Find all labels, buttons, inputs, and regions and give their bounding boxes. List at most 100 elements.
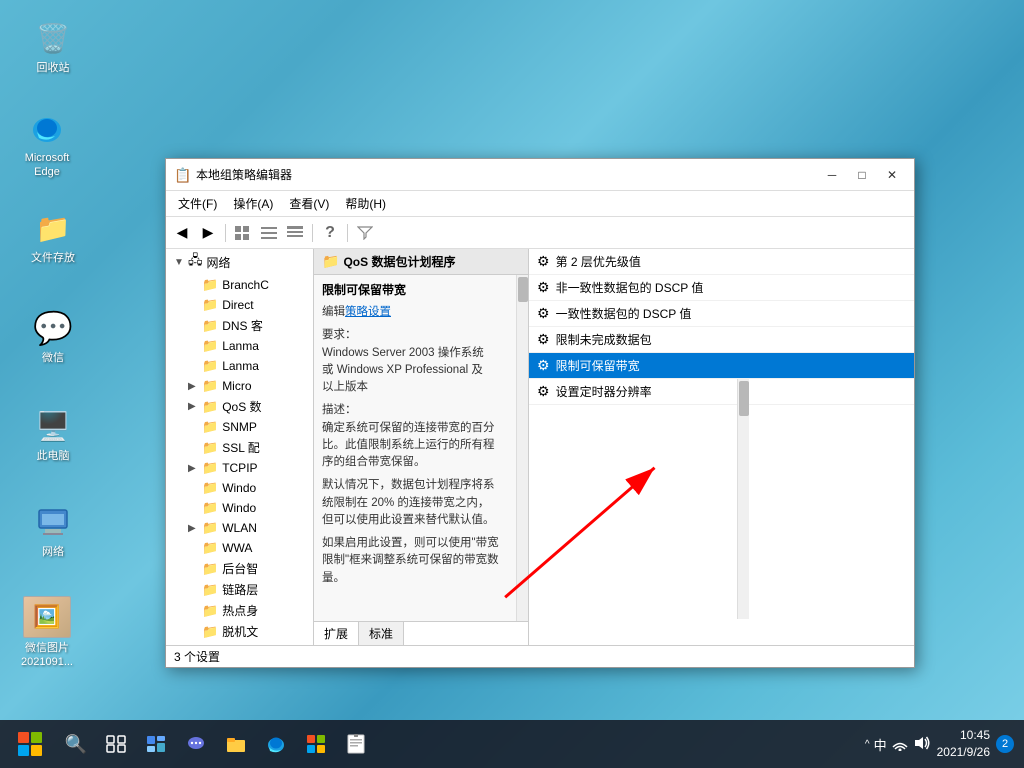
taskbar-store[interactable]	[298, 726, 334, 762]
tree-item-windo2[interactable]: 📁 Windo	[166, 498, 313, 518]
setting-icon-4: ⚙	[537, 357, 550, 374]
panel-tabs: 扩展 标准	[314, 621, 528, 645]
tray-time: 10:45	[937, 727, 990, 744]
window-controls: ─ □ ✕	[818, 165, 906, 185]
tray-icons: ^ 中	[865, 735, 931, 754]
tree-item-direct[interactable]: 📁 Direct	[166, 295, 313, 315]
filter-button[interactable]	[353, 221, 377, 245]
tray-network[interactable]	[891, 735, 909, 754]
window-title: 本地组策略编辑器	[196, 166, 818, 183]
panel-header: 📁 QoS 数据包计划程序	[314, 249, 528, 275]
taskbar-tray: ^ 中 10:45 2021/9/26 2	[865, 727, 1024, 761]
taskbar-widgets[interactable]	[138, 726, 174, 762]
tree-item-link[interactable]: 📁 链路层	[166, 579, 313, 600]
qos-folder-icon: 📁	[322, 253, 339, 270]
back-button[interactable]: ◀	[170, 221, 194, 245]
policy-settings-link[interactable]: 策略设置	[345, 306, 391, 318]
tab-standard[interactable]: 标准	[359, 622, 404, 645]
taskbar-edge[interactable]	[258, 726, 294, 762]
enable-text: 如果启用此设置，则可以使用"带宽限制"框来调整系统可保留的带宽数量。	[314, 532, 528, 590]
setting-icon-2: ⚙	[537, 305, 550, 322]
edit-text: 编辑策略设置	[314, 301, 528, 324]
tab-expand[interactable]: 扩展	[314, 622, 359, 645]
gpo-editor-window: 📋 本地组策略编辑器 ─ □ ✕ 文件(F) 操作(A) 查看(V) 帮助(H)…	[165, 158, 915, 668]
tree-item-lanma1[interactable]: 📁 Lanma	[166, 336, 313, 356]
tree-root-network[interactable]: ▼ 🖧 网络	[166, 249, 313, 275]
content-area: ▼ 🖧 网络 📁 BranchC 📁 Direct 📁 DNS 客	[166, 249, 914, 645]
tray-date: 2021/9/26	[937, 744, 990, 761]
titlebar: 📋 本地组策略编辑器 ─ □ ✕	[166, 159, 914, 191]
maximize-button[interactable]: □	[848, 165, 876, 185]
forward-button[interactable]: ▶	[196, 221, 220, 245]
description-text: 描述：确定系统可保留的连接带宽的百分比。此值限制系统上运行的所有程序的组合带宽保…	[314, 399, 528, 474]
taskbar-notepad[interactable]	[338, 726, 374, 762]
toolbar-sep-1	[225, 224, 226, 242]
tree-item-offline[interactable]: 📁 脱机文	[166, 621, 313, 642]
setting-icon-5: ⚙	[537, 383, 550, 400]
middle-scrollbar[interactable]	[516, 275, 528, 621]
settings-item-5[interactable]: ⚙ 设置定时器分辨率	[529, 379, 914, 405]
menu-file[interactable]: 文件(F)	[170, 193, 225, 214]
tree-item-windo1[interactable]: 📁 Windo	[166, 478, 313, 498]
taskbar-explorer[interactable]	[218, 726, 254, 762]
settings-list: ⚙ 第 2 层优先级值 ⚙ 非一致性数据包的 DSCP 值 ⚙ 一致性数据包的 …	[529, 249, 914, 645]
menu-view[interactable]: 查看(V)	[281, 193, 337, 214]
taskbar-icons: 🔍	[58, 726, 374, 762]
tree-item-wlan[interactable]: ▶ 📁 WLAN	[166, 518, 313, 538]
tray-lang[interactable]: 中	[874, 735, 887, 754]
list-button[interactable]	[257, 221, 281, 245]
tree-item-snmp[interactable]: 📁 SNMP	[166, 417, 313, 437]
settings-item-3[interactable]: ⚙ 限制未完成数据包	[529, 327, 914, 353]
help-button[interactable]: ?	[318, 221, 342, 245]
settings-item-0[interactable]: ⚙ 第 2 层优先级值	[529, 249, 914, 275]
default-text: 默认情况下，数据包计划程序将系统限制在 20% 的连接带宽之内，但可以使用此设置…	[314, 474, 528, 532]
taskbar-taskview[interactable]	[98, 726, 134, 762]
view-button[interactable]	[231, 221, 255, 245]
taskbar-chat[interactable]	[178, 726, 214, 762]
details-button[interactable]	[283, 221, 307, 245]
network-icon[interactable]: 网络	[18, 502, 88, 559]
window-icon: 📋	[174, 167, 190, 183]
start-button[interactable]	[10, 724, 50, 764]
taskbar-search[interactable]: 🔍	[58, 726, 94, 762]
tree-item-ssl[interactable]: 📁 SSL 配	[166, 437, 313, 458]
computer-icon[interactable]: 🖥️ 此电脑	[18, 406, 88, 463]
picture-icon[interactable]: 🖼️ 微信图片2021091...	[12, 596, 82, 670]
tray-sound[interactable]	[913, 735, 931, 754]
setting-icon-3: ⚙	[537, 331, 550, 348]
tree-item-lanma2[interactable]: 📁 Lanma	[166, 356, 313, 376]
wechat-icon[interactable]: 💬 微信	[18, 308, 88, 365]
close-button[interactable]: ✕	[878, 165, 906, 185]
taskbar: 🔍	[0, 720, 1024, 768]
tree-item-qos[interactable]: ▶ 📁 QoS 数	[166, 396, 313, 417]
settings-item-4[interactable]: ⚙ 限制可保留带宽	[529, 353, 914, 379]
right-scrollbar[interactable]	[737, 379, 749, 619]
tree-item-micro[interactable]: ▶ 📁 Micro	[166, 376, 313, 396]
tray-chevron[interactable]: ^	[865, 739, 870, 750]
toolbar: ◀ ▶ ?	[166, 217, 914, 249]
folder-icon[interactable]: 📁 文件存放	[18, 208, 88, 265]
tree-item-branchc[interactable]: 📁 BranchC	[166, 275, 313, 295]
menu-action[interactable]: 操作(A)	[225, 193, 281, 214]
edge-icon[interactable]: MicrosoftEdge	[12, 108, 82, 180]
notification-badge[interactable]: 2	[996, 735, 1014, 753]
tree-panel: ▼ 🖧 网络 📁 BranchC 📁 Direct 📁 DNS 客	[166, 249, 314, 645]
tree-item-dns[interactable]: 📁 DNS 客	[166, 315, 313, 336]
menubar: 文件(F) 操作(A) 查看(V) 帮助(H)	[166, 191, 914, 217]
tree-item-bg[interactable]: 📁 后台智	[166, 558, 313, 579]
settings-item-1[interactable]: ⚙ 非一致性数据包的 DSCP 值	[529, 275, 914, 301]
tree-item-tcpip[interactable]: ▶ 📁 TCPIP	[166, 458, 313, 478]
tree-item-wwa[interactable]: 📁 WWA	[166, 538, 313, 558]
minimize-button[interactable]: ─	[818, 165, 846, 185]
status-text: 3 个设置	[174, 648, 220, 665]
toolbar-sep-3	[347, 224, 348, 242]
tree-item-hotspot[interactable]: 📁 热点身	[166, 600, 313, 621]
settings-item-2[interactable]: ⚙ 一致性数据包的 DSCP 值	[529, 301, 914, 327]
section-title: 限制可保留带宽	[314, 275, 528, 301]
recycle-bin-icon[interactable]: 🗑️ 回收站	[18, 18, 88, 75]
status-bar: 3 个设置	[166, 645, 914, 667]
panel-header-title: QoS 数据包计划程序	[343, 253, 455, 270]
setting-icon-1: ⚙	[537, 279, 550, 296]
tray-datetime[interactable]: 10:45 2021/9/26	[937, 727, 990, 761]
menu-help[interactable]: 帮助(H)	[337, 193, 394, 214]
